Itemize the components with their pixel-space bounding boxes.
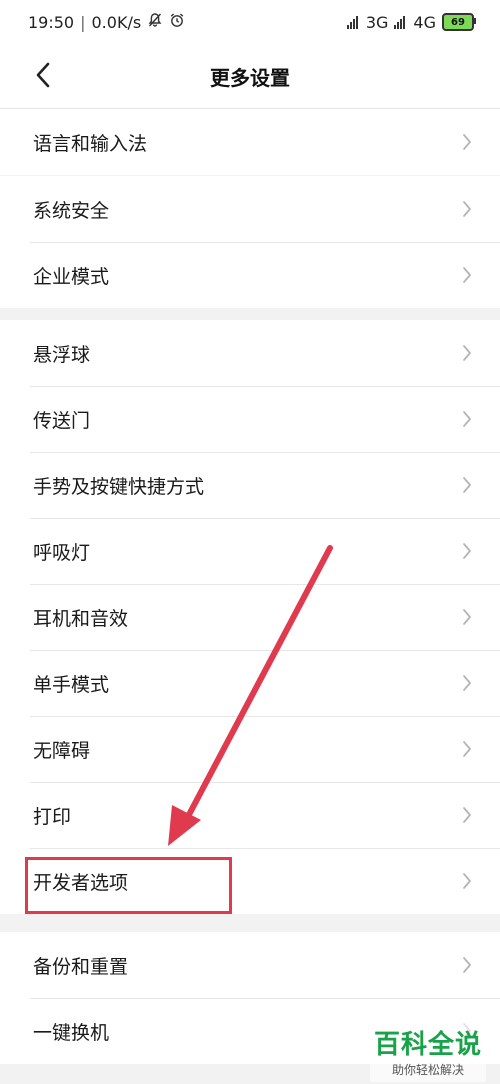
status-time: 19:50 <box>28 12 75 32</box>
chevron-right-icon <box>460 806 474 824</box>
notification-off-icon <box>147 12 163 32</box>
list-item-label: 无障碍 <box>33 739 91 762</box>
list-item-portal[interactable]: 传送门 <box>0 386 500 452</box>
status-right: 3G 4G 69 <box>346 12 476 32</box>
list-item-developer-options[interactable]: 开发者选项 <box>0 848 500 914</box>
battery-icon: 69 <box>442 13 476 31</box>
list-item-label: 开发者选项 <box>33 871 129 894</box>
list-item-print[interactable]: 打印 <box>0 782 500 848</box>
chevron-right-icon <box>460 872 474 890</box>
signal-icon <box>394 15 406 29</box>
settings-group-2: 系统安全 企业模式 <box>0 176 500 308</box>
settings-group-1: 语言和输入法 <box>0 109 500 175</box>
status-bar: 19:50 | 0.0K/s 3G 4G 69 <box>0 0 500 44</box>
page-title: 更多设置 <box>210 65 290 90</box>
list-item-label: 企业模式 <box>33 265 110 288</box>
header-bar: 更多设置 <box>0 44 500 109</box>
list-item-language-input[interactable]: 语言和输入法 <box>0 109 500 175</box>
list-item-accessibility[interactable]: 无障碍 <box>0 716 500 782</box>
status-separator: | <box>80 12 86 32</box>
list-item-backup-reset[interactable]: 备份和重置 <box>0 932 500 998</box>
list-item-label: 悬浮球 <box>33 343 91 366</box>
chevron-right-icon <box>460 476 474 494</box>
chevron-right-icon <box>460 133 474 151</box>
chevron-right-icon <box>460 200 474 218</box>
chevron-right-icon <box>460 674 474 692</box>
watermark-title: 百科全说 <box>373 1030 482 1060</box>
list-item-one-handed-mode[interactable]: 单手模式 <box>0 650 500 716</box>
list-item-label: 打印 <box>33 805 72 828</box>
settings-group-3: 悬浮球 传送门 手势及按键快捷方式 呼吸灯 耳机和音效 单手模式 无障碍 打印 … <box>0 320 500 914</box>
list-item-label: 语言和输入法 <box>33 132 148 155</box>
chevron-right-icon <box>460 608 474 626</box>
signal-icon <box>346 15 358 29</box>
chevron-right-icon <box>460 344 474 362</box>
list-item-headphones-audio[interactable]: 耳机和音效 <box>0 584 500 650</box>
chevron-right-icon <box>460 410 474 428</box>
network-speed: 0.0K/s <box>91 12 142 32</box>
list-item-label: 一键换机 <box>33 1021 110 1044</box>
alarm-icon <box>169 12 185 32</box>
list-item-label: 系统安全 <box>33 199 110 222</box>
chevron-right-icon <box>460 740 474 758</box>
list-item-gesture-shortcuts[interactable]: 手势及按键快捷方式 <box>0 452 500 518</box>
watermark-subtitle: 助你轻松解决 <box>391 1063 464 1077</box>
list-item-enterprise-mode[interactable]: 企业模式 <box>0 242 500 308</box>
status-left: 19:50 | 0.0K/s <box>28 12 185 32</box>
back-button[interactable] <box>28 58 58 92</box>
battery-level: 69 <box>451 16 465 28</box>
list-item-label: 呼吸灯 <box>33 541 91 564</box>
watermark-logo: 百科全说 助你轻松解决 <box>370 1022 486 1082</box>
chevron-right-icon <box>460 542 474 560</box>
list-item-label: 单手模式 <box>33 673 110 696</box>
list-item-label: 备份和重置 <box>33 955 129 978</box>
list-item-label: 传送门 <box>33 409 91 432</box>
list-item-system-security[interactable]: 系统安全 <box>0 176 500 242</box>
list-item-label: 手势及按键快捷方式 <box>33 475 205 498</box>
chevron-right-icon <box>460 956 474 974</box>
chevron-right-icon <box>460 266 474 284</box>
list-item-breathing-light[interactable]: 呼吸灯 <box>0 518 500 584</box>
list-item-label: 耳机和音效 <box>33 607 129 630</box>
list-item-floating-ball[interactable]: 悬浮球 <box>0 320 500 386</box>
network-type-2: 4G <box>413 12 436 32</box>
network-type-1: 3G <box>365 12 389 32</box>
chevron-left-icon <box>36 62 50 88</box>
